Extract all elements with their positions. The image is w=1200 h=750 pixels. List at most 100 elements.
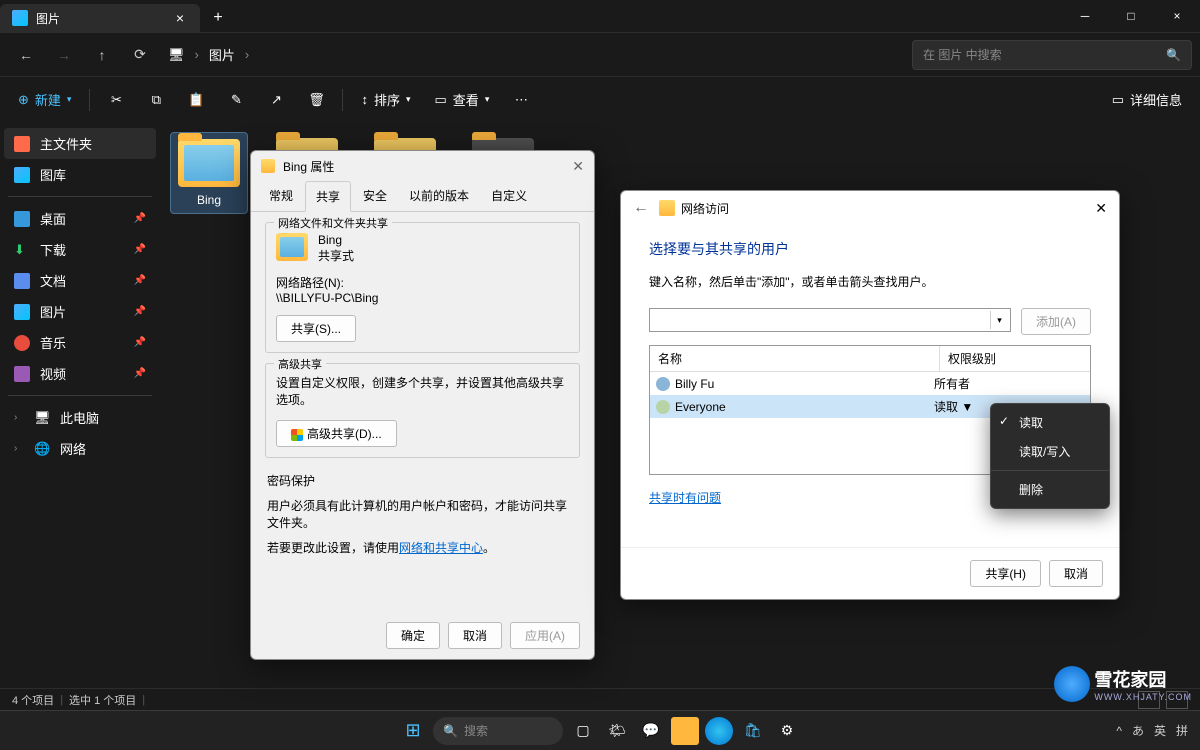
minimize-button[interactable]: ─	[1062, 0, 1108, 32]
back-button[interactable]: ←	[8, 39, 44, 71]
tab-previous-versions[interactable]: 以前的版本	[399, 181, 479, 211]
tray-chevron-icon[interactable]: ^	[1116, 724, 1122, 738]
dialog-titlebar[interactable]: Bing 属性 ✕	[251, 151, 594, 181]
sort-label: 排序	[374, 90, 400, 109]
taskview-button[interactable]: ▢	[569, 717, 597, 745]
shared-folder-icon	[276, 233, 308, 261]
sidebar-item-gallery[interactable]: 图库	[4, 159, 156, 190]
edge-icon[interactable]	[705, 717, 733, 745]
share-name: Bing	[318, 233, 354, 247]
taskbar-app-icon[interactable]: 🌤	[603, 717, 631, 745]
pin-icon: 📌	[134, 244, 146, 255]
close-icon[interactable]: ✕	[1095, 200, 1107, 217]
taskbar-search[interactable]: 🔍 搜索	[433, 717, 563, 745]
maximize-button[interactable]: □	[1108, 0, 1154, 32]
new-tab-button[interactable]: +	[200, 4, 236, 32]
sidebar-item-pictures[interactable]: 图片 📌	[4, 296, 156, 327]
table-row[interactable]: Billy Fu 所有者	[650, 372, 1090, 395]
column-permission[interactable]: 权限级别	[940, 346, 1090, 371]
watermark-url: WWW.XHJATY.COM	[1094, 692, 1192, 702]
cut-button[interactable]: ✂	[98, 84, 134, 116]
group-title: 高级共享	[274, 356, 326, 372]
sidebar-item-documents[interactable]: 文档 📌	[4, 265, 156, 296]
folder-item-bing[interactable]: Bing	[170, 132, 248, 214]
new-button[interactable]: ⊕ 新建 ▾	[8, 84, 81, 116]
tab-customize[interactable]: 自定义	[481, 181, 537, 211]
help-link[interactable]: 共享时有问题	[649, 491, 721, 505]
permission-context-menu: 读取 读取/写入 删除	[990, 403, 1110, 509]
sidebar-item-thispc[interactable]: › 🖥 此电脑	[4, 402, 156, 433]
sidebar-item-downloads[interactable]: ⬇ 下载 📌	[4, 234, 156, 265]
status-sep: |	[60, 694, 63, 706]
sidebar-item-music[interactable]: 音乐 📌	[4, 327, 156, 358]
window-close-button[interactable]: ×	[1154, 0, 1200, 32]
tab-security[interactable]: 安全	[353, 181, 397, 211]
sort-button[interactable]: ↕ 排序 ▾	[351, 84, 420, 116]
dialog-footer: 共享(H) 取消	[621, 547, 1119, 599]
refresh-button[interactable]: ⟳	[122, 39, 158, 71]
window-tab[interactable]: 图片 ×	[0, 4, 200, 32]
sidebar-item-label: 主文件夹	[40, 134, 92, 153]
cancel-button[interactable]: 取消	[448, 622, 502, 649]
forward-button[interactable]: →	[46, 39, 82, 71]
group-password-protect: 密码保护 用户必须具有此计算机的用户帐户和密码，才能访问共享文件夹。 若要更改此…	[265, 468, 580, 560]
system-tray[interactable]: ^ あ 英 拼	[1116, 722, 1188, 739]
delete-button[interactable]: 🗑	[298, 84, 334, 116]
dialog-tabs: 常规 共享 安全 以前的版本 自定义	[251, 181, 594, 212]
group-icon	[656, 400, 670, 414]
status-selection: 选中 1 个项目	[69, 692, 136, 708]
watermark: 雪花家园 WWW.XHJATY.COM	[1046, 662, 1200, 706]
table-header: 名称 权限级别	[650, 346, 1090, 372]
start-button[interactable]: ⊞	[399, 717, 427, 745]
ok-button[interactable]: 确定	[386, 622, 440, 649]
store-icon[interactable]: 🛍	[739, 717, 767, 745]
sidebar-item-desktop[interactable]: 桌面 📌	[4, 203, 156, 234]
details-button[interactable]: ▭ 详细信息	[1102, 84, 1192, 116]
address-bar[interactable]: 🖥 › 图片 ›	[168, 45, 249, 64]
share-button[interactable]: 共享(S)...	[276, 315, 356, 342]
pin-icon: 📌	[134, 306, 146, 317]
cancel-button[interactable]: 取消	[1049, 560, 1103, 587]
ime-indicator[interactable]: 英	[1154, 722, 1166, 739]
settings-icon[interactable]: ⚙	[773, 717, 801, 745]
ime-indicator[interactable]: 拼	[1176, 722, 1188, 739]
share-button[interactable]: 共享(H)	[970, 560, 1041, 587]
close-icon[interactable]: ✕	[572, 158, 584, 175]
network-center-link[interactable]: 网络和共享中心	[399, 541, 483, 555]
tab-close-icon[interactable]: ×	[172, 10, 188, 26]
breadcrumb-item[interactable]: 图片	[209, 45, 235, 64]
menu-item-read[interactable]: 读取	[991, 408, 1109, 437]
tab-share[interactable]: 共享	[305, 181, 351, 212]
details-icon: ▭	[1112, 92, 1124, 108]
explorer-icon[interactable]	[671, 717, 699, 745]
tab-general[interactable]: 常规	[259, 181, 303, 211]
paste-button[interactable]: 📋	[178, 84, 214, 116]
dialog-title: 网络访问	[681, 200, 729, 217]
search-input[interactable]: 在 图片 中搜索 🔍	[912, 40, 1192, 70]
menu-item-readwrite[interactable]: 读取/写入	[991, 437, 1109, 466]
ime-indicator[interactable]: あ	[1132, 722, 1144, 739]
pictures-icon	[12, 10, 28, 26]
sidebar-item-videos[interactable]: 视频 📌	[4, 358, 156, 389]
status-count: 4 个项目	[12, 692, 54, 708]
up-button[interactable]: ↑	[84, 39, 120, 71]
advanced-share-button[interactable]: 高级共享(D)...	[276, 420, 397, 447]
sidebar-item-network[interactable]: › 🌐 网络	[4, 433, 156, 464]
sidebar-item-home[interactable]: 主文件夹	[4, 128, 156, 159]
more-button[interactable]: ⋯	[503, 84, 539, 116]
password-desc-1: 用户必须具有此计算机的用户帐户和密码，才能访问共享文件夹。	[267, 497, 578, 531]
user-combobox[interactable]: ▾	[649, 308, 1011, 332]
taskbar-app-icon[interactable]: 💬	[637, 717, 665, 745]
view-button[interactable]: ▭ 查看 ▾	[425, 84, 500, 116]
dialog-titlebar[interactable]: ← 网络访问 ✕	[621, 191, 1119, 225]
menu-item-delete[interactable]: 删除	[991, 475, 1109, 504]
watermark-text: 雪花家园	[1094, 670, 1166, 690]
chevron-down-icon[interactable]: ▾	[990, 311, 1008, 329]
column-name[interactable]: 名称	[650, 346, 940, 371]
add-button[interactable]: 添加(A)	[1021, 308, 1091, 335]
share-button[interactable]: ↗	[258, 84, 294, 116]
back-icon[interactable]: ←	[633, 199, 649, 217]
rename-button[interactable]: ✎	[218, 84, 254, 116]
copy-button[interactable]: ⧉	[138, 84, 174, 116]
apply-button[interactable]: 应用(A)	[510, 622, 580, 649]
